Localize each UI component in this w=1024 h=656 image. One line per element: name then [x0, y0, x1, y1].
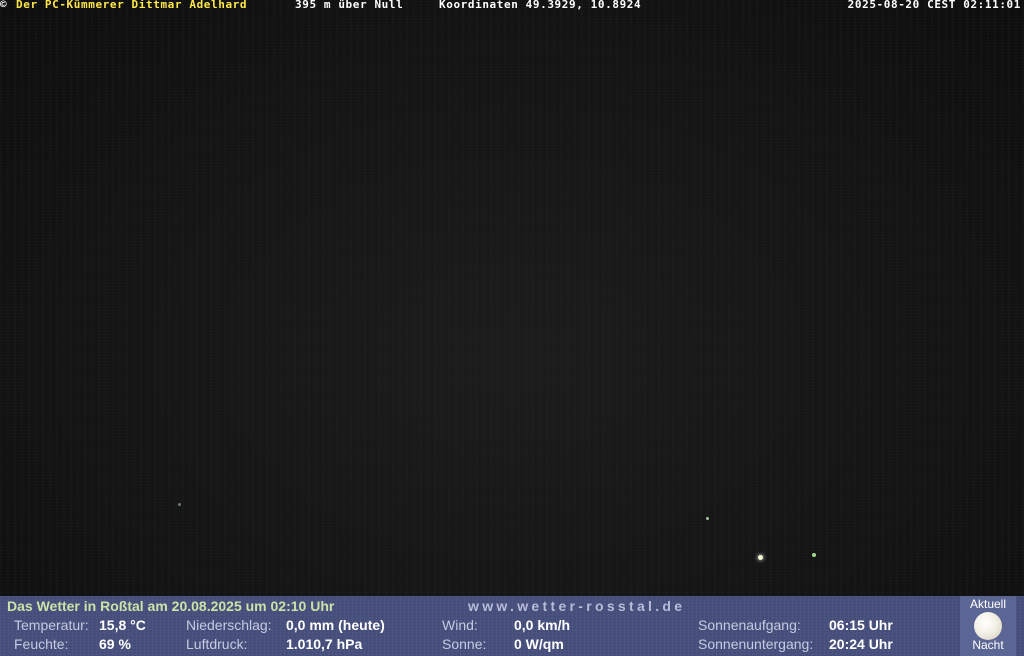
moon-bottom-label: Nacht	[972, 638, 1004, 652]
sunrise-value: 06:15 Uhr	[829, 617, 893, 633]
coordinates-text: Koordinaten 49.3929, 10.8924	[439, 0, 642, 11]
sunrise-label: Sonnenaufgang:	[698, 617, 801, 633]
humidity-value: 69 %	[99, 636, 131, 652]
copyright-symbol: ©	[0, 0, 8, 11]
webcam-image	[0, 0, 1024, 596]
light-speck	[178, 503, 181, 506]
sun-label: Sonne:	[442, 636, 487, 652]
light-speck	[812, 553, 816, 557]
sunset-value: 20:24 Uhr	[829, 636, 893, 652]
moon-phase-box: Aktuell Nacht	[960, 596, 1016, 656]
light-speck	[758, 555, 763, 560]
sun-value: 0 W/qm	[514, 636, 564, 652]
moon-top-label: Aktuell	[969, 597, 1007, 611]
owner-name: Der PC-Kümmerer Dittmar Adelhard	[16, 0, 248, 11]
pressure-label: Luftdruck:	[186, 636, 248, 652]
altitude-text: 395 m über Null	[295, 0, 404, 11]
weather-panel: Das Wetter in Roßtal am 20.08.2025 um 02…	[0, 596, 1024, 656]
wind-label: Wind:	[442, 617, 478, 633]
webcam-info-bar: © Der PC-Kümmerer Dittmar Adelhard 395 m…	[0, 0, 1024, 10]
temperature-value: 15,8 °C	[99, 617, 146, 633]
precipitation-label: Niederschlag:	[186, 617, 272, 633]
pressure-value: 1.010,7 hPa	[286, 636, 363, 652]
weather-title: Das Wetter in Roßtal am 20.08.2025 um 02…	[7, 598, 335, 614]
light-speck	[706, 517, 709, 520]
temperature-label: Temperatur:	[14, 617, 89, 633]
website-link[interactable]: www.wetter-rosstal.de	[468, 598, 685, 614]
sunset-label: Sonnenuntergang:	[698, 636, 814, 652]
moon-icon	[974, 612, 1002, 640]
precipitation-value: 0,0 mm (heute)	[286, 617, 385, 633]
timestamp-text: 2025-08-20 CEST 02:11:01	[847, 0, 1021, 11]
humidity-label: Feuchte:	[14, 636, 69, 652]
wind-value: 0,0 km/h	[514, 617, 571, 633]
